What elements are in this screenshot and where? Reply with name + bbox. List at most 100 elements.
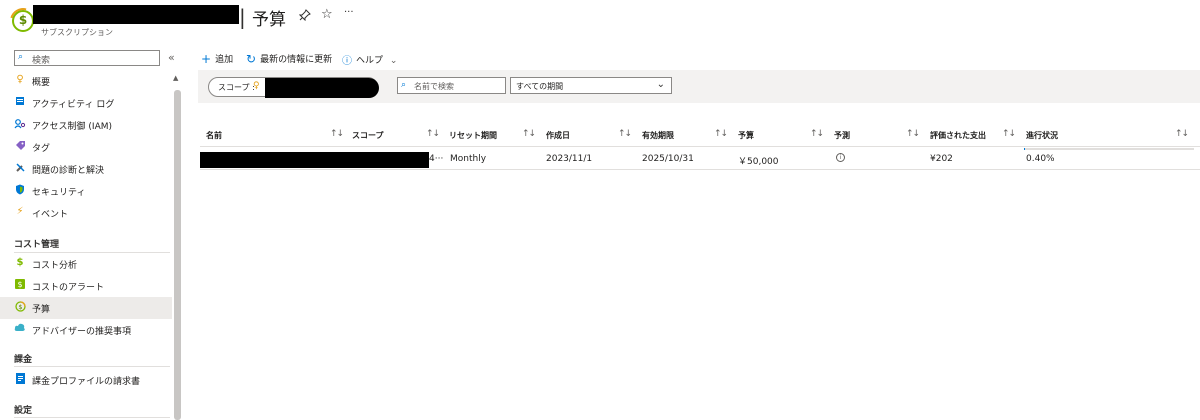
- info-icon[interactable]: i: [836, 153, 845, 162]
- sidebar: ⌕ 検索 « ▲ ♀ 概要 アクティビティ ログ アクセス制御 (IAM) タグ…: [0, 44, 184, 420]
- scroll-up-icon[interactable]: ▲: [173, 74, 178, 82]
- created-date-cell: 2023/11/1: [546, 154, 593, 164]
- sidebar-item-events[interactable]: ⚡ イベント: [0, 202, 172, 224]
- progress-bar: [1024, 148, 1194, 150]
- sidebar-item-label: コストのアラート: [32, 283, 105, 293]
- redacted-scope-value: [265, 78, 379, 98]
- sidebar-item-label: 問題の診断と解決: [32, 166, 105, 176]
- help-button[interactable]: ⓘ ヘルプ ⌄: [342, 52, 398, 67]
- column-header-scope[interactable]: スコープ: [352, 130, 384, 141]
- period-value: すべての期間: [516, 82, 564, 91]
- sort-icon[interactable]: ↑↓: [426, 129, 440, 139]
- chevron-down-icon: ⌄: [656, 79, 665, 90]
- title-separator: |: [239, 5, 246, 29]
- sort-icon[interactable]: ↑↓: [330, 129, 344, 139]
- main-content: + 追加 ↻ 最新の情報に更新 ⓘ ヘルプ ⌄ スコープ : ♀ ⌕ 名前で検索 すべ…: [184, 44, 1200, 420]
- chevron-down-icon: ⌄: [389, 56, 398, 66]
- sidebar-item-advisor[interactable]: アドバイザーの推奨事項: [0, 319, 172, 341]
- sidebar-item-label: 概要: [32, 78, 51, 88]
- redacted-subscription-name: [33, 5, 239, 24]
- header-divider: [200, 146, 1200, 147]
- column-header-created[interactable]: 作成日: [546, 130, 570, 141]
- sort-icon[interactable]: ↑↓: [522, 129, 536, 139]
- plus-icon: +: [201, 52, 212, 66]
- sidebar-scrollbar[interactable]: [174, 90, 181, 420]
- sidebar-item-label: コスト分析: [32, 261, 78, 271]
- sidebar-item-label: アクセス制御 (IAM): [32, 122, 113, 132]
- more-options-icon[interactable]: ···: [344, 7, 354, 18]
- collapse-sidebar-icon[interactable]: «: [168, 51, 175, 64]
- sidebar-item-label: アドバイザーの推奨事項: [32, 327, 132, 337]
- page-title: 予算: [252, 10, 286, 30]
- tag-icon: [14, 140, 26, 152]
- name-search-input[interactable]: ⌕ 名前で検索: [397, 77, 506, 94]
- sidebar-item-label: 課金プロファイルの請求書: [32, 377, 141, 387]
- sidebar-item-diagnose[interactable]: 問題の診断と解決: [0, 158, 172, 180]
- column-header-budget[interactable]: 予算: [738, 130, 754, 141]
- sort-icon[interactable]: ↑↓: [1002, 129, 1016, 139]
- sidebar-item-activity-log[interactable]: アクティビティ ログ: [0, 92, 172, 114]
- cost-analysis-icon: $: [16, 257, 24, 268]
- evaluated-spend-cell: ¥202: [930, 154, 953, 164]
- star-icon[interactable]: ☆: [321, 7, 333, 22]
- expiry-date-cell: 2025/10/31: [642, 154, 694, 164]
- sort-icon[interactable]: ↑↓: [714, 129, 728, 139]
- period-select[interactable]: すべての期間 ⌄: [510, 77, 672, 94]
- sidebar-item-label: タグ: [32, 144, 51, 154]
- iam-icon: [14, 118, 26, 130]
- sidebar-item-overview[interactable]: ♀ 概要: [0, 70, 172, 92]
- svg-text:$: $: [17, 280, 22, 289]
- key-icon: ♀: [253, 81, 260, 91]
- name-search-placeholder: 名前で検索: [414, 82, 454, 91]
- sidebar-item-cost-analysis[interactable]: $ コスト分析: [0, 253, 172, 275]
- sidebar-item-label: セキュリティ: [32, 188, 86, 198]
- budget-icon: $: [14, 301, 26, 313]
- sidebar-item-budgets[interactable]: $ 予算: [0, 297, 172, 319]
- search-icon: ⌕: [18, 52, 24, 62]
- section-cost-management: コスト管理: [14, 240, 60, 250]
- activity-log-icon: [14, 96, 26, 108]
- sidebar-item-billing-invoices[interactable]: 課金プロファイルの請求書: [0, 369, 172, 391]
- scope-label: スコープ :: [218, 83, 255, 92]
- progress-percent-cell: 0.40%: [1026, 154, 1055, 164]
- refresh-icon: ↻: [246, 52, 257, 66]
- sort-icon[interactable]: ↑↓: [810, 129, 824, 139]
- section-settings: 設定: [14, 406, 33, 416]
- column-header-name[interactable]: 名前: [206, 130, 222, 141]
- sidebar-item-label: 予算: [32, 305, 51, 315]
- sort-icon[interactable]: ↑↓: [906, 129, 920, 139]
- cost-alert-icon: $: [14, 279, 26, 291]
- shield-icon: [14, 184, 26, 196]
- column-header-forecast[interactable]: 予測: [834, 130, 850, 141]
- page-header: $ | 予算 ☆ ··· サブスクリプション: [0, 0, 1200, 44]
- sidebar-item-cost-alerts[interactable]: $ コストのアラート: [0, 275, 172, 297]
- sidebar-item-security[interactable]: セキュリティ: [0, 180, 172, 202]
- sidebar-item-tags[interactable]: タグ: [0, 136, 172, 158]
- page-subtitle: サブスクリプション: [41, 28, 113, 37]
- budget-amount-cell: ￥50,000: [738, 157, 779, 167]
- column-header-reset-period[interactable]: リセット期間: [449, 130, 497, 141]
- help-label: ヘルプ: [356, 56, 384, 66]
- sidebar-item-iam[interactable]: アクセス制御 (IAM): [0, 114, 172, 136]
- section-divider: [14, 366, 170, 367]
- key-icon: ♀: [16, 74, 24, 85]
- sort-icon[interactable]: ↑↓: [618, 129, 632, 139]
- add-button[interactable]: + 追加: [201, 52, 233, 66]
- svg-text:$: $: [18, 303, 22, 311]
- column-header-expires[interactable]: 有効期限: [642, 130, 674, 141]
- redacted-budget-name: [200, 152, 429, 168]
- column-header-progress[interactable]: 進行状況: [1026, 130, 1058, 141]
- section-billing: 課金: [14, 355, 33, 365]
- scope-cell: 4···: [429, 154, 444, 164]
- reset-period-cell: Monthly: [450, 154, 487, 164]
- row-divider: [200, 169, 1200, 170]
- refresh-button[interactable]: ↻ 最新の情報に更新: [246, 52, 332, 66]
- column-header-evaluated-spend[interactable]: 評価された支出: [930, 130, 986, 141]
- sidebar-item-label: イベント: [32, 210, 69, 220]
- pin-icon[interactable]: [298, 9, 311, 24]
- advisor-icon: [14, 323, 26, 335]
- scope-filter-pill[interactable]: スコープ : ♀: [208, 77, 379, 98]
- sort-icon[interactable]: ↑↓: [1175, 129, 1189, 139]
- lightning-icon: ⚡: [16, 206, 24, 217]
- sidebar-search-input[interactable]: ⌕ 検索: [14, 50, 160, 66]
